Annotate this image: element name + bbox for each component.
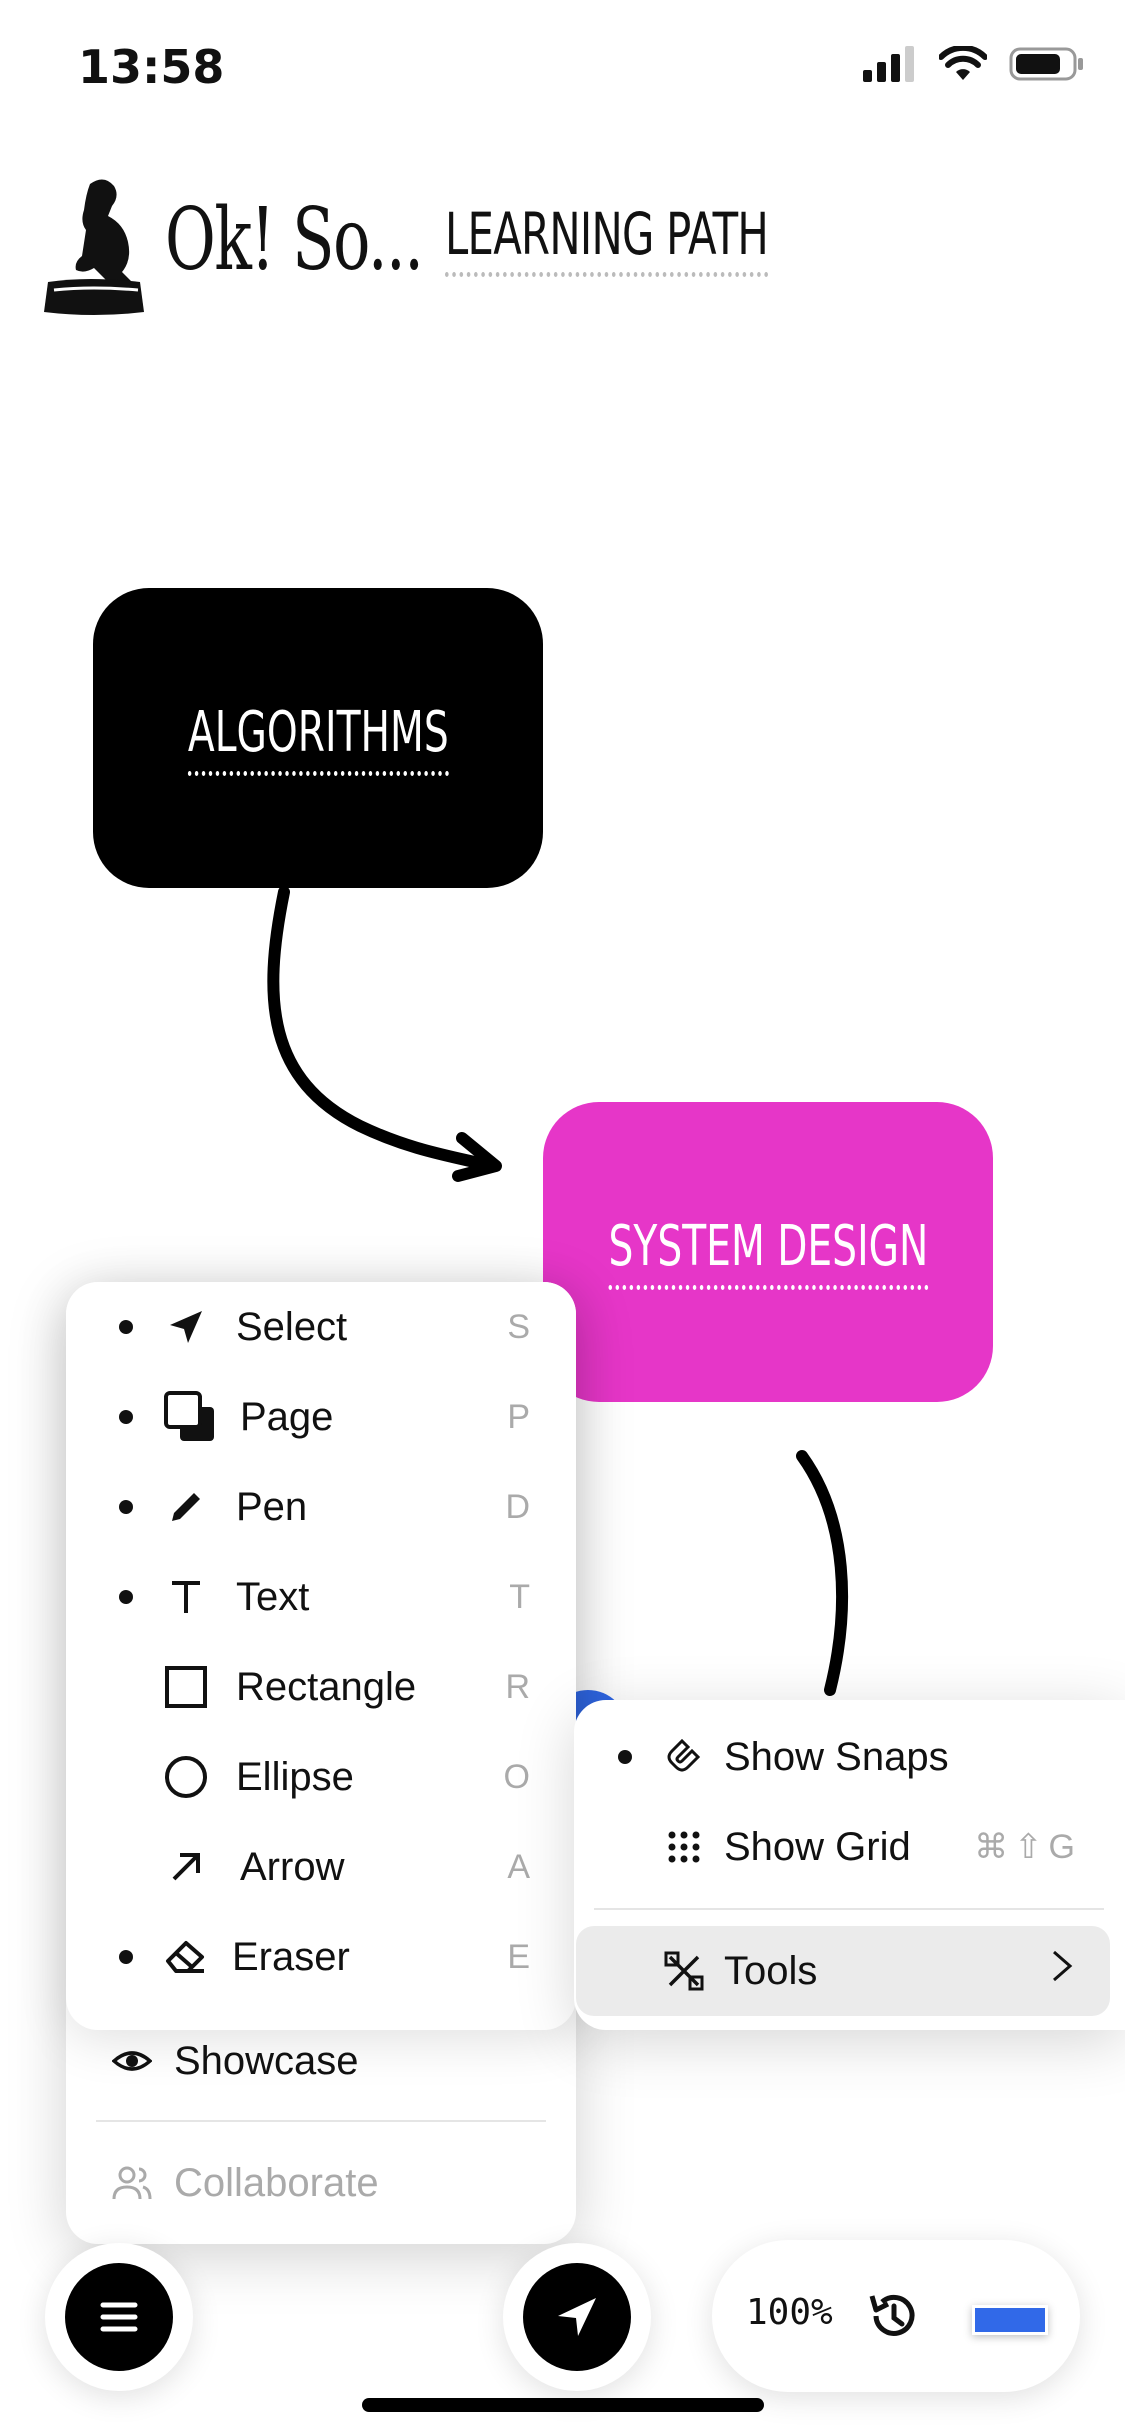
tool-page-shortcut: P [507,1397,530,1436]
tool-pen-shortcut: D [505,1487,530,1526]
tool-page[interactable]: Page P [66,1372,576,1462]
connector-curve[interactable] [796,1450,849,1696]
active-bullet [119,1590,133,1604]
tool-text-label: Text [236,1574,310,1619]
tool-text-shortcut: T [509,1577,530,1616]
tool-arrow[interactable]: Arrow A [66,1822,576,1912]
tool-eraser-label: Eraser [232,1934,350,1979]
tool-eraser[interactable]: Eraser E [66,1912,576,2002]
tool-ellipse-label: Ellipse [236,1754,354,1799]
navigate-button[interactable] [503,2243,651,2391]
tools-icon [662,1949,706,1993]
menu-show-snaps[interactable]: Show Snaps [574,1712,1125,1802]
history-icon[interactable] [864,2286,924,2346]
eye-icon [110,2039,154,2083]
hamburger-icon [100,2302,138,2332]
zoom-level[interactable]: 100% [746,2292,833,2333]
tool-rectangle-shortcut: R [505,1667,530,1706]
menu-collaborate[interactable]: Collaborate [66,2138,576,2228]
tool-pen-label: Pen [236,1484,308,1529]
menu-collaborate-label: Collaborate [174,2160,379,2205]
menu-showcase-label: Showcase [174,2038,359,2083]
node-system-design-label[interactable]: SYSTEM DESIGN [608,1214,928,1290]
menu-tools[interactable]: Tools [576,1926,1110,2016]
tool-text[interactable]: Text T [66,1552,576,1642]
navigate-button-inner [523,2263,631,2371]
menu-divider [96,2120,546,2122]
users-icon [110,2161,154,2205]
page-icon [162,1389,218,1445]
menu-show-grid-label: Show Grid [724,1824,911,1869]
menu-show-snaps-label: Show Snaps [724,1734,949,1779]
menu-tools-label: Tools [724,1948,818,1993]
menu-show-grid-shortcut: ⌘⇧G [974,1828,1081,1866]
ellipse-icon [164,1755,208,1799]
active-bullet [618,1750,632,1764]
menu-show-grid[interactable]: Show Grid ⌘⇧G [574,1802,1125,1892]
arrow-icon [164,1845,208,1889]
tool-ellipse-shortcut: O [503,1757,530,1796]
select-arrow-icon [164,1305,208,1349]
submenu-divider [594,1908,1104,1910]
tool-select[interactable]: Select S [66,1282,576,1372]
tool-select-shortcut: S [507,1307,530,1346]
chevron-right-icon [1050,1948,1074,1994]
color-swatch[interactable] [972,2305,1048,2335]
active-bullet [119,1500,133,1514]
menu-button-inner [65,2263,173,2371]
tool-ellipse[interactable]: Ellipse O [66,1732,576,1822]
zoom-toolbar: 100% [712,2240,1080,2392]
eraser-icon [164,1935,208,1979]
home-indicator [362,2398,764,2412]
active-bullet [119,1950,133,1964]
tool-arrow-label: Arrow [240,1844,345,1889]
text-icon [164,1575,208,1619]
active-bullet [119,1410,133,1424]
navigation-arrow-icon [558,2298,596,2336]
magnet-icon [662,1735,706,1779]
grid-icon [662,1825,706,1869]
tool-rectangle-label: Rectangle [236,1664,417,1709]
pen-icon [164,1485,208,1529]
node-algorithms[interactable]: ALGORITHMS [93,588,543,888]
tool-rectangle[interactable]: Rectangle R [66,1642,576,1732]
tool-select-label: Select [236,1304,348,1349]
connector-arrow[interactable] [267,886,498,1172]
tool-pen[interactable]: Pen D [66,1462,576,1552]
node-algorithms-label[interactable]: ALGORITHMS [187,700,449,776]
active-bullet [119,1320,133,1334]
menu-showcase[interactable]: Showcase [66,2016,576,2106]
tool-arrow-shortcut: A [507,1847,530,1886]
main-menu-button[interactable] [45,2243,193,2391]
tool-page-label: Page [240,1394,334,1439]
tool-eraser-shortcut: E [507,1937,530,1976]
node-system-design[interactable]: SYSTEM DESIGN [543,1102,993,1402]
tools-menu: Select S Page P Pen D Text T Rectangle R [66,1282,576,2030]
rectangle-icon [164,1665,208,1709]
